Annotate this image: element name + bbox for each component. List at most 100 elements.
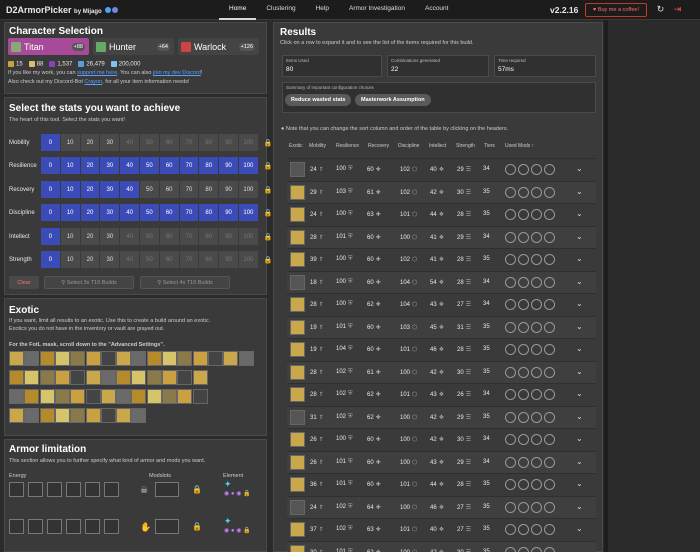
table-row[interactable]: 28 ⇑ 101 ⛨ 60 ✚ 100 ⬡ 41 ❖ 29 ☰ 34 ⌄ <box>287 225 596 248</box>
stat-cell[interactable]: 10 <box>60 157 81 174</box>
arc-element-icon[interactable]: ✦ <box>224 516 232 527</box>
twitter-icon[interactable] <box>105 7 112 14</box>
table-row[interactable]: 24 ⇑ 100 ⛨ 63 ✚ 101 ⬡ 44 ❖ 28 ☰ 35 ⌄ <box>287 203 596 225</box>
stat-cell[interactable]: 70 <box>179 228 200 245</box>
stat-cell[interactable]: 0 <box>41 181 61 198</box>
chevron-down-icon[interactable]: ⌄ <box>576 412 583 421</box>
lock-icon[interactable]: 🔒 <box>264 209 273 217</box>
chevron-down-icon[interactable]: ⌄ <box>576 547 583 552</box>
stat-cell[interactable]: 100 <box>238 251 259 268</box>
stat-cell[interactable]: 50 <box>139 228 160 245</box>
stat-cell[interactable]: 50 <box>139 181 160 198</box>
table-row[interactable]: 37 ⇑ 102 ⛨ 63 ✚ 101 ⬡ 40 ❖ 27 ☰ 35 ⌄ <box>287 518 596 540</box>
lock-icon[interactable]: 🔒 <box>264 233 273 241</box>
arc-element-icon[interactable]: ✦ <box>224 479 232 490</box>
stat-cell[interactable]: 10 <box>60 134 81 151</box>
nav-account[interactable]: Account <box>415 0 459 20</box>
stat-cell[interactable]: 80 <box>199 228 220 245</box>
energy-slot[interactable] <box>9 519 24 534</box>
exotic-item-icon[interactable] <box>116 389 132 404</box>
exotic-item-icon[interactable] <box>9 351 24 366</box>
exotic-item-icon[interactable] <box>192 351 208 366</box>
stat-cell[interactable]: 100 <box>238 204 259 221</box>
table-row[interactable]: 19 ⇑ 101 ⛨ 60 ✚ 103 ⬡ 45 ❖ 31 ☰ 35 ⌄ <box>287 315 596 338</box>
refresh-icon[interactable]: ↻ <box>655 4 666 15</box>
exotic-item-icon[interactable] <box>24 370 40 385</box>
exotic-item-icon[interactable] <box>207 351 223 366</box>
chevron-down-icon[interactable]: ⌄ <box>576 479 583 488</box>
stat-cell[interactable]: 70 <box>179 181 200 198</box>
stat-cell[interactable]: 20 <box>80 157 101 174</box>
exotic-item-icon[interactable] <box>54 389 70 404</box>
logout-icon[interactable]: ⇥ <box>672 4 683 15</box>
exotic-item-icon[interactable] <box>54 370 70 385</box>
exotic-item-icon[interactable] <box>162 370 177 385</box>
exotic-item-icon[interactable] <box>131 370 147 385</box>
select-4x-t10-button[interactable]: ⚲ Select 4x T10 Builds <box>140 276 230 289</box>
exotic-item-icon[interactable] <box>85 351 101 366</box>
stat-cell[interactable]: 40 <box>120 251 140 268</box>
exotic-item-icon[interactable] <box>39 408 55 423</box>
page-scrollbar[interactable] <box>604 20 608 552</box>
exotic-item-icon[interactable] <box>192 389 208 404</box>
exotic-item-icon[interactable] <box>116 351 132 366</box>
stat-cell[interactable]: 80 <box>199 181 220 198</box>
stat-cell[interactable]: 90 <box>219 204 239 221</box>
stat-cell[interactable]: 30 <box>100 157 121 174</box>
stat-cell[interactable]: 90 <box>219 134 239 151</box>
select-3x-t10-button[interactable]: ⚲ Select 3x T10 Builds <box>44 276 134 289</box>
chevron-down-icon[interactable]: ⌄ <box>576 502 583 511</box>
chevron-down-icon[interactable]: ⌄ <box>576 209 583 218</box>
stat-cell[interactable]: 70 <box>179 251 200 268</box>
exotic-item-icon[interactable] <box>85 370 101 385</box>
stat-cell[interactable]: 20 <box>80 228 101 245</box>
stat-cell[interactable]: 30 <box>100 181 121 198</box>
table-row[interactable]: 28 ⇑ 100 ⛨ 62 ✚ 104 ⬡ 43 ❖ 27 ☰ 34 ⌄ <box>287 293 596 315</box>
exotic-item-icon[interactable] <box>131 389 147 404</box>
energy-slot[interactable] <box>47 482 62 497</box>
exotic-item-icon[interactable] <box>131 351 147 366</box>
stat-cell[interactable]: 90 <box>219 228 239 245</box>
discord-icon[interactable] <box>112 7 119 14</box>
stat-cell[interactable]: 80 <box>199 157 220 174</box>
energy-slot[interactable] <box>47 519 62 534</box>
stat-cell[interactable]: 20 <box>80 251 101 268</box>
stat-cell[interactable]: 50 <box>139 157 160 174</box>
exotic-item-icon[interactable] <box>24 389 40 404</box>
nav-home[interactable]: Home <box>219 0 257 20</box>
stat-cell[interactable]: 20 <box>80 181 101 198</box>
stat-cell[interactable]: 100 <box>238 181 259 198</box>
element-options-icon[interactable]: ◉ ● ◉ 🔒 <box>224 490 251 497</box>
energy-slot[interactable] <box>28 519 43 534</box>
clear-button[interactable]: Clear <box>9 276 39 289</box>
exotic-item-icon[interactable] <box>24 408 40 423</box>
exotic-item-icon[interactable] <box>162 389 177 404</box>
table-row[interactable]: 30⇑ 101⛨ 62✚ 100⬡ 42❖ 30☰ 35 ⌄ <box>287 540 596 552</box>
lock-icon[interactable]: 🔒 <box>264 186 273 194</box>
stat-cell[interactable]: 10 <box>60 251 81 268</box>
chevron-down-icon[interactable]: ⌄ <box>576 434 583 443</box>
stat-cell[interactable]: 90 <box>219 181 239 198</box>
exotic-item-icon[interactable] <box>70 351 86 366</box>
chevron-down-icon[interactable]: ⌄ <box>576 344 583 353</box>
stat-cell[interactable]: 60 <box>159 204 180 221</box>
stat-cell[interactable]: 70 <box>179 134 200 151</box>
stat-cell[interactable]: 0 <box>41 251 61 268</box>
lock-icon[interactable]: 🔒 <box>264 139 273 147</box>
chevron-down-icon[interactable]: ⌄ <box>576 389 583 398</box>
stat-cell[interactable]: 20 <box>80 134 101 151</box>
stat-cell[interactable]: 50 <box>139 204 160 221</box>
exotic-item-icon[interactable] <box>177 351 193 366</box>
exotic-item-icon[interactable] <box>85 389 101 404</box>
table-row[interactable]: 28 ⇑ 102 ⛨ 61 ✚ 100 ⬡ 42 ❖ 30 ☰ 35 ⌄ <box>287 360 596 383</box>
stat-cell[interactable]: 60 <box>159 228 180 245</box>
exotic-item-icon[interactable] <box>146 351 162 366</box>
stat-cell[interactable]: 20 <box>80 204 101 221</box>
table-row[interactable]: 24 ⇑ 100 ⛨ 60 ✚ 102 ⬡ 40 ❖ 29 ☰ 34 ⌄ <box>287 158 596 180</box>
stat-cell[interactable]: 40 <box>120 134 140 151</box>
th-resilience[interactable]: Resilience <box>336 143 359 149</box>
stat-cell[interactable]: 80 <box>199 251 220 268</box>
lock-icon[interactable]: 🔒 <box>264 256 273 264</box>
brand[interactable]: D2ArmorPicker by Mijago <box>0 5 160 15</box>
lock-icon[interactable]: 🔒 <box>192 522 202 531</box>
